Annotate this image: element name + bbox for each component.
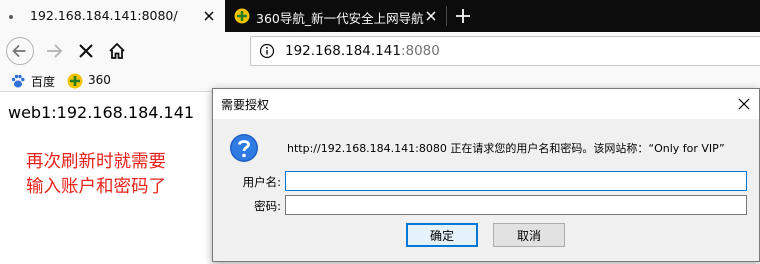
navigation-toolbar: 192.168.184.141:8080 [0, 32, 760, 70]
url-host: 192.168.184.141 [285, 43, 401, 59]
paw-icon [11, 74, 25, 88]
close-icon[interactable] [735, 95, 753, 113]
close-tab-icon[interactable] [423, 8, 439, 24]
tab-inactive[interactable]: 360导航_新一代安全上网导航 [225, 0, 447, 32]
ok-button[interactable]: 确定 [406, 223, 478, 247]
360-favicon-icon [234, 8, 250, 24]
bookmark-label: 百度 [31, 75, 56, 89]
home-icon[interactable] [103, 37, 131, 65]
username-field[interactable] [285, 171, 747, 191]
password-label: 密码: [254, 199, 281, 213]
back-icon[interactable] [6, 37, 34, 65]
tab-title: 360导航_新一代安全上网导航 [256, 11, 424, 26]
page-text: web1:192.168.184.141 [8, 103, 195, 122]
password-field[interactable] [285, 195, 747, 215]
360-icon [67, 73, 83, 89]
tab-strip: 192.168.184.141:8080/ 360导航_新一代安全上网导航 [0, 0, 760, 32]
question-icon [230, 134, 258, 162]
tab-separator [446, 6, 447, 26]
forward-icon[interactable] [40, 37, 68, 65]
tab-active[interactable]: 192.168.184.141:8080/ [0, 0, 225, 32]
url-port: :8080 [400, 43, 440, 59]
annotation-line: 再次刷新时就需要 [26, 152, 166, 172]
address-bar[interactable]: 192.168.184.141:8080 [250, 36, 760, 66]
close-tab-icon[interactable] [201, 8, 217, 24]
annotation-text: 再次刷新时就需要 输入账户和密码了 [26, 150, 166, 200]
cancel-button[interactable]: 取消 [493, 223, 565, 247]
username-label: 用户名: [242, 175, 281, 189]
annotation-line: 输入账户和密码了 [26, 177, 166, 197]
bookmark-label: 360 [88, 73, 111, 87]
tab-loading-dot [9, 15, 13, 19]
dialog-titlebar[interactable]: 需要授权 [213, 89, 759, 119]
site-info-icon[interactable] [259, 43, 275, 59]
tab-title: 192.168.184.141:8080/ [30, 8, 178, 23]
browser-window: 192.168.184.141:8080/ 360导航_新一代安全上网导航 19… [0, 0, 760, 264]
new-tab-icon[interactable] [451, 4, 475, 28]
url-text: 192.168.184.141:8080 [285, 43, 440, 59]
dialog-body: http://192.168.184.141:8080 正在请求您的用户名和密码… [213, 119, 759, 261]
stop-icon[interactable] [72, 37, 100, 65]
auth-dialog: 需要授权 http://192.168.184.141:8080 正在请求您的用… [212, 88, 760, 262]
dialog-message: http://192.168.184.141:8080 正在请求您的用户名和密码… [287, 142, 725, 155]
dialog-title: 需要授权 [221, 98, 270, 112]
